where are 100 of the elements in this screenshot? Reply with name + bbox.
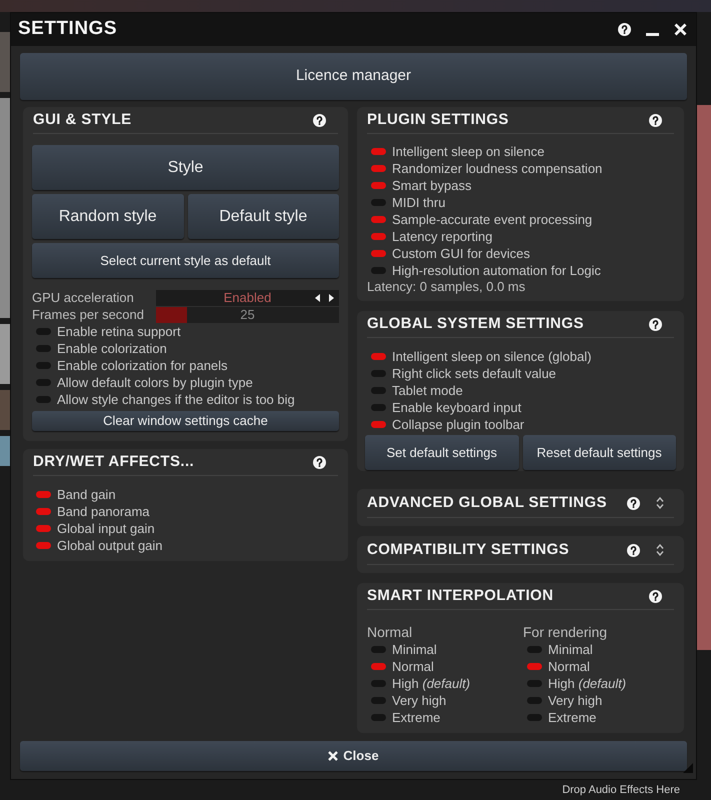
- toggle-led[interactable]: [371, 404, 386, 411]
- settings-button[interactable]: Reset default settings: [522, 435, 676, 470]
- toggle-led[interactable]: [371, 250, 386, 257]
- close-icon: [328, 751, 338, 761]
- toggle-label: Global input gain: [57, 520, 155, 538]
- toggle-label: Tablet mode: [392, 382, 463, 400]
- toggle-led[interactable]: [36, 362, 51, 369]
- toggle-led[interactable]: [36, 379, 51, 386]
- background-panel: [0, 436, 10, 466]
- radio-led[interactable]: [371, 663, 386, 670]
- toggle-label: Randomizer loudness compensation: [392, 160, 602, 178]
- toggle-label: Collapse plugin toolbar: [392, 416, 524, 434]
- toggle-label: Enable colorization: [57, 340, 167, 358]
- radio-led[interactable]: [371, 646, 386, 653]
- resize-grip-icon[interactable]: [683, 763, 693, 773]
- radio-led[interactable]: [527, 680, 542, 687]
- option-label: Normal: [548, 658, 590, 676]
- column-heading: Normal: [367, 623, 412, 641]
- panel-title: PLUGIN SETTINGS: [367, 110, 509, 130]
- close-icon[interactable]: [674, 23, 687, 36]
- radio-led[interactable]: [527, 663, 542, 670]
- gpu-selector[interactable]: Enabled: [156, 290, 339, 306]
- toggle-label: Allow default colors by plugin type: [57, 374, 253, 392]
- select-default-style-button[interactable]: Select current style as default: [32, 243, 339, 278]
- close-button[interactable]: Close: [20, 741, 687, 771]
- toggle-label: High-resolution automation for Logic: [392, 262, 601, 280]
- licence-manager-button[interactable]: Licence manager: [20, 53, 687, 100]
- radio-led[interactable]: [371, 714, 386, 721]
- left-triangle-icon[interactable]: [315, 294, 320, 302]
- toggle-led[interactable]: [371, 267, 386, 274]
- up-down-chevron-icon[interactable]: [656, 497, 664, 509]
- latency-text: Latency: 0 samples, 0.0 ms: [367, 279, 526, 294]
- toggle-label: Latency reporting: [392, 228, 492, 246]
- option-label: High (default): [548, 674, 626, 693]
- settings-button[interactable]: Set default settings: [365, 435, 518, 470]
- help-icon[interactable]: [618, 23, 631, 36]
- toggle-led[interactable]: [371, 387, 386, 394]
- toggle-led[interactable]: [371, 233, 386, 240]
- slider-value: 25: [240, 306, 255, 324]
- window-title: SETTINGS: [18, 17, 118, 42]
- drop-hint: Drop Audio Effects Here: [562, 782, 680, 798]
- toggle-label: Smart bypass: [392, 176, 472, 195]
- random-style-button[interactable]: Random style: [32, 194, 184, 239]
- toggle-led[interactable]: [371, 216, 386, 223]
- toggle-led[interactable]: [36, 525, 51, 532]
- background-panel: [0, 32, 10, 92]
- setting-label: GPU acceleration: [32, 289, 135, 308]
- background-panel: [0, 390, 10, 430]
- toggle-led[interactable]: [371, 182, 386, 189]
- panel-title: GUI & STYLE: [33, 110, 132, 130]
- setting-label: Frames per second: [32, 306, 145, 324]
- background-panel: [0, 324, 10, 384]
- help-icon[interactable]: [627, 544, 640, 556]
- toggle-label: Enable colorization for panels: [57, 356, 228, 375]
- toggle-led[interactable]: [36, 542, 51, 549]
- up-down-chevron-icon[interactable]: [656, 544, 664, 556]
- help-icon[interactable]: [313, 456, 326, 468]
- option-label: Very high: [392, 692, 446, 710]
- toggle-led[interactable]: [371, 199, 386, 206]
- radio-led[interactable]: [371, 680, 386, 687]
- help-icon[interactable]: [627, 496, 640, 510]
- toggle-label: MIDI thru: [392, 194, 446, 212]
- panel-title: SMART INTERPOLATION: [367, 586, 554, 606]
- help-icon[interactable]: [313, 114, 326, 126]
- toggle-led[interactable]: [371, 165, 386, 172]
- panel-title: DRY/WET AFFECTS...: [33, 452, 194, 472]
- toggle-led[interactable]: [36, 491, 51, 498]
- right-triangle-icon[interactable]: [329, 294, 334, 302]
- toggle-label: Enable retina support: [57, 322, 181, 341]
- option-label: Minimal: [392, 640, 437, 659]
- toggle-label: Band gain: [57, 486, 116, 504]
- toggle-label: Intelligent sleep on silence (global): [392, 348, 592, 366]
- toggle-led[interactable]: [371, 370, 386, 377]
- option-label: Extreme: [548, 708, 596, 727]
- toggle-led[interactable]: [36, 345, 51, 352]
- toggle-led[interactable]: [371, 353, 386, 360]
- fps-slider[interactable]: 25: [156, 307, 339, 323]
- default-style-button[interactable]: Default style: [188, 194, 339, 239]
- panel-title: COMPATIBILITY SETTINGS: [367, 540, 570, 560]
- help-icon[interactable]: [649, 590, 662, 602]
- clear-cache-button[interactable]: Clear window settings cache: [32, 411, 339, 431]
- radio-led[interactable]: [371, 697, 386, 704]
- toggle-label: Allow style changes if the editor is too big: [57, 390, 295, 409]
- toggle-led[interactable]: [371, 421, 386, 428]
- help-icon[interactable]: [649, 318, 662, 330]
- panel-title: GLOBAL SYSTEM SETTINGS: [367, 314, 584, 334]
- help-icon[interactable]: [649, 114, 662, 126]
- toggle-label: Sample-accurate event processing: [392, 210, 592, 229]
- toggle-led[interactable]: [36, 508, 51, 515]
- radio-led[interactable]: [527, 714, 542, 721]
- radio-led[interactable]: [527, 646, 542, 653]
- radio-led[interactable]: [527, 697, 542, 704]
- toggle-led[interactable]: [36, 328, 51, 335]
- style-button[interactable]: Style: [32, 145, 339, 190]
- option-label: High (default): [392, 674, 470, 693]
- panel-title: ADVANCED GLOBAL SETTINGS: [367, 492, 607, 513]
- toggle-led[interactable]: [371, 148, 386, 155]
- option-label: Very high: [548, 692, 602, 710]
- option-label: Extreme: [392, 708, 440, 727]
- toggle-led[interactable]: [36, 396, 51, 403]
